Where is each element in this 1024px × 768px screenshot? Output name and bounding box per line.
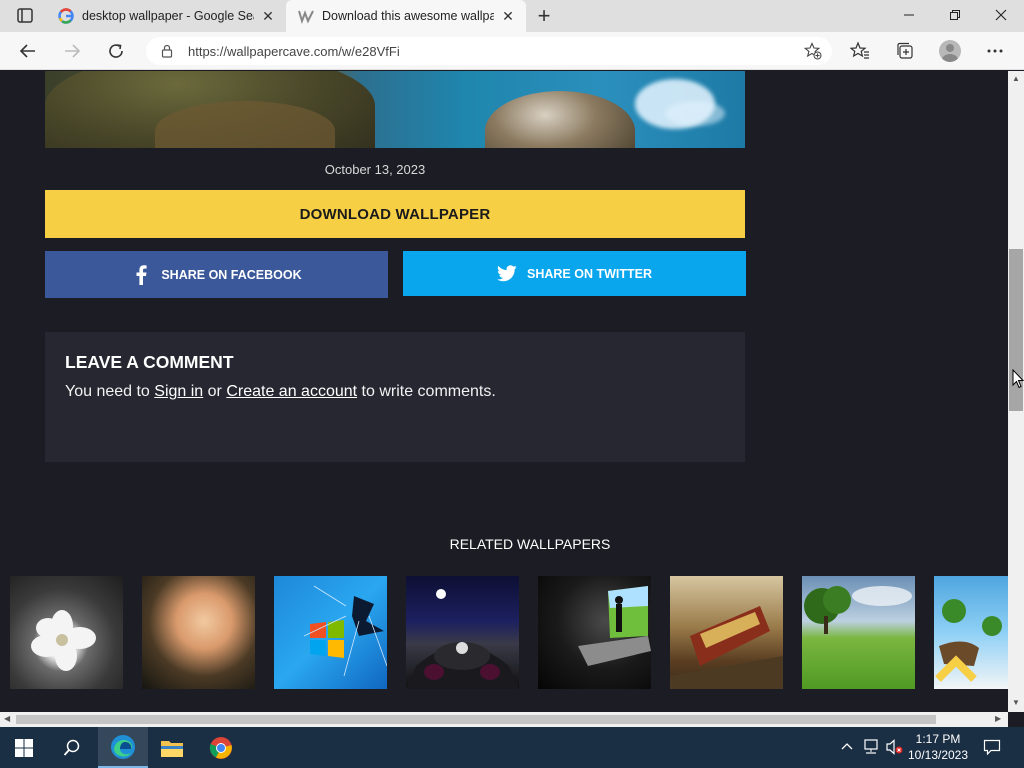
scroll-left-arrow-icon[interactable]: ◀: [4, 714, 10, 723]
search-icon: [63, 739, 80, 756]
tab-wallpapercave[interactable]: Download this awesome wallpap ✕: [286, 0, 526, 32]
tab-bar: desktop wallpaper - Google Sea ✕ Downloa…: [0, 0, 1024, 32]
tab-title: Download this awesome wallpap: [322, 9, 494, 23]
close-window-button[interactable]: [978, 0, 1024, 30]
related-thumbnail-train[interactable]: [670, 576, 783, 689]
wallpaper-image: [45, 71, 745, 148]
windows-logo-icon: [15, 738, 33, 757]
related-thumbnail-flower[interactable]: [10, 576, 123, 689]
edge-taskbar-button[interactable]: [98, 727, 148, 768]
comment-title: LEAVE A COMMENT: [65, 352, 234, 372]
share-twitter-button[interactable]: SHARE ON TWITTER: [403, 251, 746, 296]
comment-prompt: You need to Sign in or Create an account…: [65, 383, 496, 401]
show-hidden-icons-icon[interactable]: [838, 738, 856, 756]
close-tab-icon[interactable]: ✕: [500, 8, 516, 24]
favorites-icon[interactable]: [850, 41, 870, 61]
related-thumbnail-windows[interactable]: [274, 576, 387, 689]
scroll-right-arrow-icon[interactable]: ▶: [995, 714, 1001, 723]
new-tab-button[interactable]: +: [532, 3, 556, 28]
forward-button[interactable]: [58, 38, 86, 64]
twitter-icon: [497, 264, 517, 284]
more-menu-icon[interactable]: [985, 41, 1005, 61]
vertical-scrollbar[interactable]: ▲ ▼: [1008, 71, 1024, 712]
related-thumbnail-motorcycle[interactable]: [406, 576, 519, 689]
back-button[interactable]: [14, 38, 42, 64]
page-viewport: October 13, 2023 DOWNLOAD WALLPAPER SHAR…: [0, 71, 1008, 712]
system-clock[interactable]: 1:17 PM 10/13/2023: [900, 731, 976, 763]
comment-text-part: You need to: [65, 383, 155, 400]
profile-avatar[interactable]: [939, 40, 961, 62]
network-icon[interactable]: [862, 738, 880, 756]
sign-in-link[interactable]: Sign in: [154, 383, 203, 400]
related-thumbnail-doorway[interactable]: [538, 576, 651, 689]
related-thumbnail-field[interactable]: [802, 576, 915, 689]
notifications-icon[interactable]: [983, 738, 1001, 756]
related-wallpapers-title: RELATED WALLPAPERS: [449, 536, 611, 552]
google-icon: [58, 8, 74, 24]
restore-button[interactable]: [932, 0, 978, 30]
clock-date: 10/13/2023: [907, 748, 969, 762]
upload-date: October 13, 2023: [324, 162, 426, 177]
add-favorite-icon[interactable]: [803, 42, 822, 60]
windows-taskbar: 1:17 PM 10/13/2023: [0, 727, 1024, 768]
create-account-link[interactable]: Create an account: [226, 383, 357, 400]
minimize-button[interactable]: [886, 0, 932, 30]
lock-icon[interactable]: [160, 44, 174, 58]
address-bar[interactable]: https://wallpapercave.com/w/e28VfFi: [146, 37, 832, 65]
comment-text-part: or: [203, 383, 227, 400]
refresh-button[interactable]: [102, 38, 130, 64]
related-thumbnail-rose[interactable]: [142, 576, 255, 689]
tab-title: desktop wallpaper - Google Sea: [82, 9, 254, 23]
horizontal-scrollbar[interactable]: ◀ ▶: [0, 712, 1008, 727]
search-button[interactable]: [48, 727, 96, 768]
chrome-button[interactable]: [197, 727, 245, 768]
clock-time: 1:17 PM: [915, 732, 961, 746]
comment-text-part: to write comments.: [357, 383, 496, 400]
close-tab-icon[interactable]: ✕: [260, 8, 276, 24]
facebook-label: SHARE ON FACEBOOK: [161, 267, 302, 282]
download-wallpaper-button[interactable]: DOWNLOAD WALLPAPER: [45, 190, 745, 238]
folder-icon: [161, 740, 183, 757]
scroll-up-arrow-icon[interactable]: ▲: [1012, 74, 1020, 83]
url-text[interactable]: https://wallpapercave.com/w/e28VfFi: [188, 44, 400, 59]
mouse-cursor-icon: [1012, 369, 1024, 389]
download-label: DOWNLOAD WALLPAPER: [299, 205, 491, 223]
file-explorer-button[interactable]: [148, 727, 196, 768]
edge-icon: [111, 734, 135, 759]
scroll-down-arrow-icon[interactable]: ▼: [1012, 698, 1020, 707]
twitter-label: SHARE ON TWITTER: [527, 266, 652, 281]
wallpapercave-icon: [298, 8, 314, 24]
collections-icon[interactable]: [895, 41, 915, 61]
comment-section: LEAVE A COMMENT You need to Sign in or C…: [45, 332, 745, 462]
browser-toolbar: https://wallpapercave.com/w/e28VfFi: [0, 32, 1024, 70]
tab-google-search[interactable]: desktop wallpaper - Google Sea ✕: [46, 0, 286, 32]
share-facebook-button[interactable]: SHARE ON FACEBOOK: [45, 251, 388, 298]
facebook-icon: [131, 264, 151, 285]
scroll-to-top-icon[interactable]: [934, 653, 978, 683]
tab-actions-icon[interactable]: [10, 6, 38, 26]
start-button[interactable]: [0, 727, 48, 768]
horizontal-scroll-thumb[interactable]: [16, 715, 936, 724]
chrome-icon: [209, 736, 232, 759]
